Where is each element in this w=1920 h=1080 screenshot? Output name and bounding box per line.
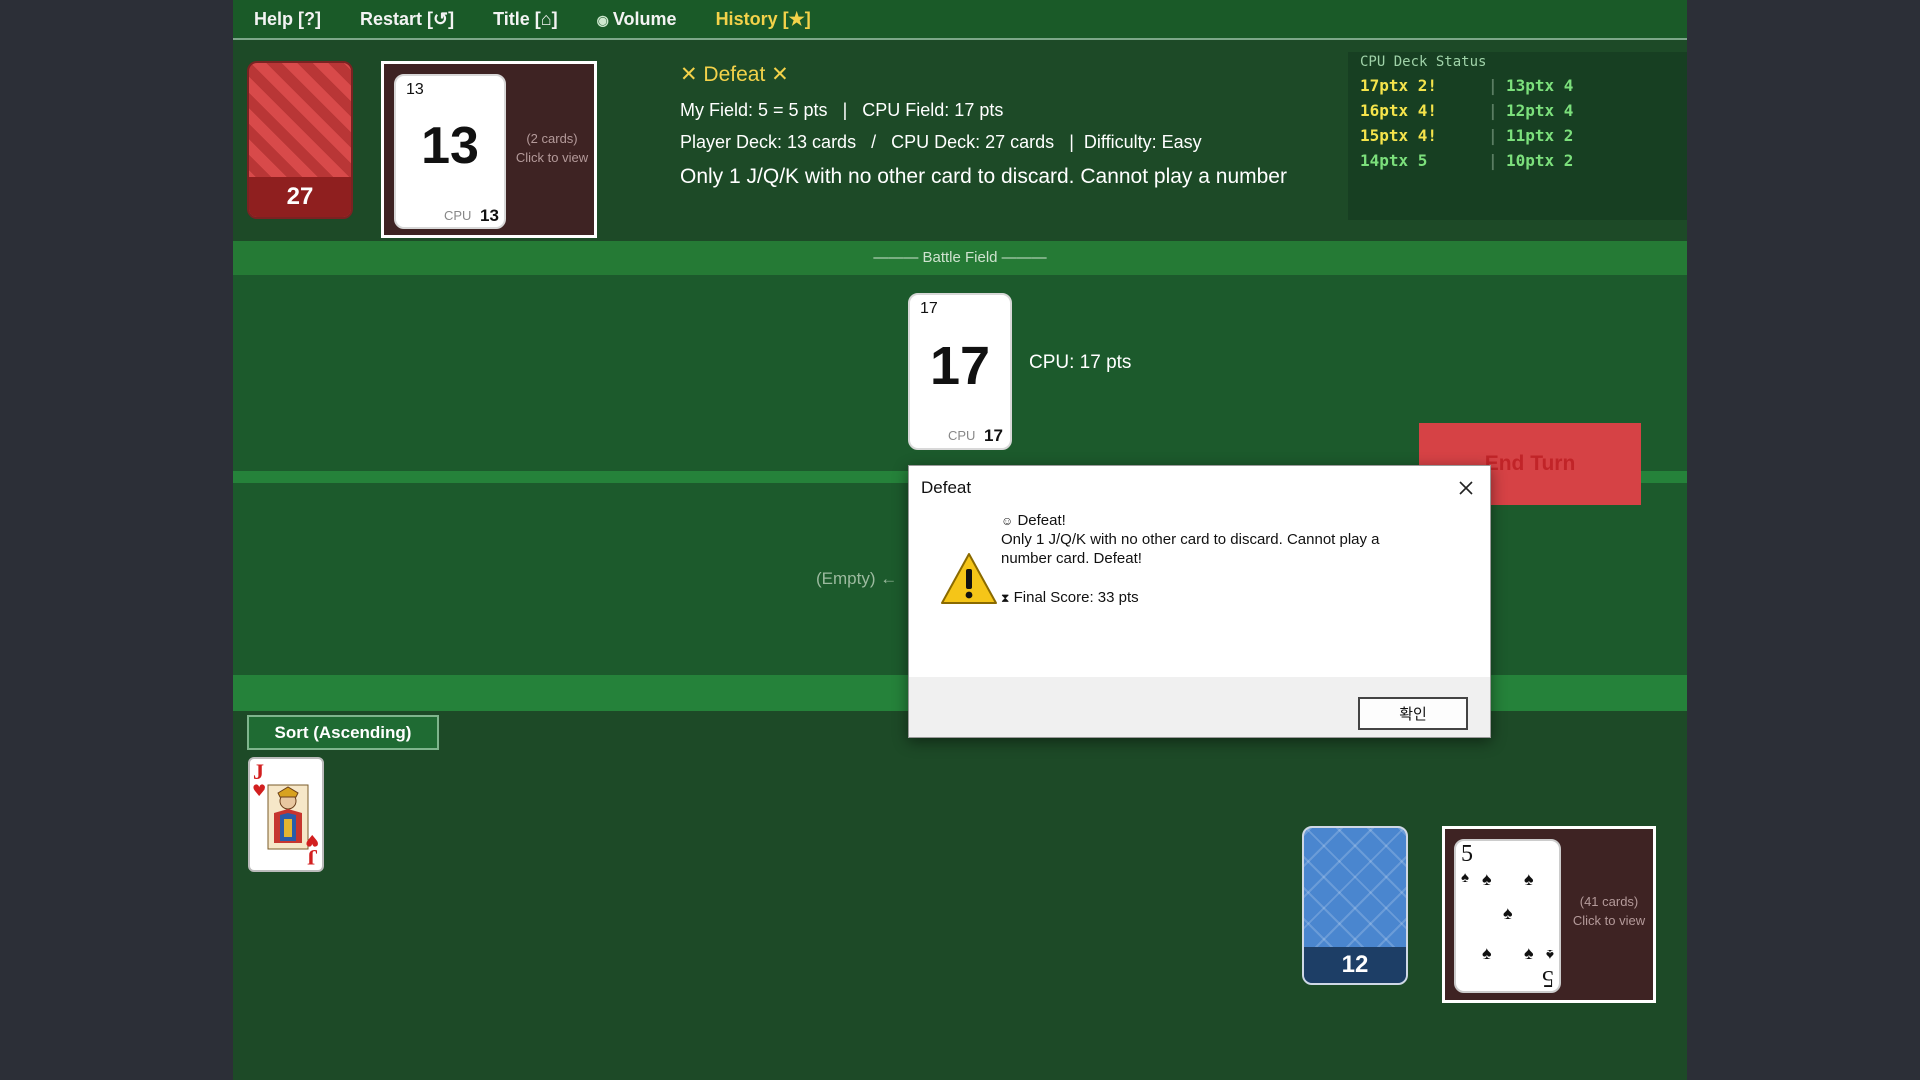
cpu-deck-count: 27 <box>249 177 351 217</box>
deck-status-right: 12ptx 4 <box>1506 101 1574 120</box>
spade-icon: ♠ <box>1503 903 1513 923</box>
card-small-number: 17 <box>984 426 1003 445</box>
divider: | <box>1488 76 1498 95</box>
player-discard-top-card: 5 ♠ ♠ ♠ ♠ ♠ ♠ ♠ 5 <box>1454 839 1561 993</box>
defeat-dialog: Defeat ☺ Defeat! Only 1 J/Q/K with no ot… <box>908 465 1491 738</box>
card-small-number: 13 <box>480 206 499 225</box>
deck-status-row: 16ptx 4! | 12ptx 4 <box>1360 101 1573 120</box>
heart-icon: ♥ <box>304 831 319 850</box>
help-menu[interactable]: Help [?] <box>254 9 321 30</box>
cpu-field-points: CPU: 17 pts <box>1029 352 1132 373</box>
heart-icon: ♥ <box>252 781 267 800</box>
hourglass-icon: ⧗ <box>1001 591 1010 605</box>
volume-menu[interactable]: ◉ Volume <box>597 9 677 30</box>
cpu-deck: 27 <box>247 61 353 219</box>
cpu-discard-note: (2 cards) Click to view <box>506 129 598 167</box>
cpu-deck-text: CPU Deck: 27 cards <box>891 132 1055 152</box>
player-discard-pile[interactable]: 5 ♠ ♠ ♠ ♠ ♠ ♠ ♠ 5 (41 cards) Click to vi… <box>1442 826 1656 1003</box>
card-value: 13 <box>421 117 479 175</box>
divider: | <box>1488 151 1498 170</box>
sort-ascending-button[interactable]: Sort (Ascending) <box>247 715 439 750</box>
deck-status-row: 17ptx 2! | 13ptx 4 <box>1360 76 1573 95</box>
spade-icon: ♠ <box>1461 869 1469 886</box>
field-summary: My Field: 5 = 5 pts | CPU Field: 17 pts <box>680 94 1380 126</box>
cpu-field-text: CPU Field: 17 pts <box>862 100 1004 120</box>
separator: / <box>871 132 877 152</box>
eye-icon: ◉ <box>596 11 609 28</box>
cpu-discard-count: (2 cards) <box>526 131 578 146</box>
battle-field-header: ——— Battle Field ——— <box>233 241 1687 275</box>
restart-menu[interactable]: Restart [↺] <box>360 9 454 30</box>
deck-status-right: 13ptx 4 <box>1506 76 1574 95</box>
close-icon[interactable] <box>1452 474 1480 502</box>
hand-card-jack-of-hearts[interactable]: J ♥ J ♥ <box>248 757 324 872</box>
dialog-body: ☺ Defeat! Only 1 J/Q/K with no other car… <box>909 511 1490 677</box>
difficulty-text: Difficulty: Easy <box>1083 132 1202 152</box>
spade-icon: ♠ <box>1482 943 1492 963</box>
status-message: Only 1 J/Q/K with no other card to disca… <box>680 165 1287 188</box>
player-deck-count: 12 <box>1304 947 1406 983</box>
spade-icon: ♠ <box>1546 946 1554 963</box>
dialog-heading: Defeat! <box>1017 512 1066 529</box>
player-discard-note: (41 cards) Click to view <box>1563 892 1655 930</box>
status-title: ✕ Defeat ✕ <box>680 63 789 86</box>
cpu-field-card: 17 17 CPU 17 <box>908 293 1012 450</box>
warning-icon <box>941 553 997 604</box>
dialog-heading-line: ☺ Defeat! <box>1001 511 1066 531</box>
player-discard-click-hint: Click to view <box>1572 913 1646 928</box>
volume-label: Volume <box>612 8 677 29</box>
deck-status-left: 14ptx 5 <box>1360 151 1428 170</box>
separator: | <box>1069 132 1074 152</box>
final-score: Final Score: 33 pts <box>1013 589 1139 606</box>
deck-status-left: 16ptx 4! <box>1360 101 1438 120</box>
deck-status-row: 15ptx 4! | 11ptx 2 <box>1360 126 1573 145</box>
player-discard-count: (41 cards) <box>1579 894 1639 909</box>
player-deck: 12 <box>1302 826 1408 985</box>
card-rank: 5 <box>1461 841 1473 867</box>
player-field-empty: (Empty) ← <box>816 569 898 588</box>
status-panel: ✕ Defeat ✕ My Field: 5 = 5 pts | CPU Fie… <box>680 62 1380 192</box>
card-corner-number: 17 <box>920 300 938 317</box>
deck-summary: Player Deck: 13 cards / CPU Deck: 27 car… <box>680 126 1380 158</box>
divider: | <box>1488 126 1498 145</box>
cpu-deck-status-panel: CPU Deck Status 17ptx 2! | 13ptx 4 16ptx 4… <box>1348 52 1687 220</box>
my-field-text: My Field: 5 = 5 pts <box>680 100 828 120</box>
cpu-discard-click-hint: Click to view <box>515 150 589 165</box>
spade-icon: ♠ <box>1482 869 1492 889</box>
deck-status-left: 17ptx 2! <box>1360 76 1438 95</box>
player-deck-text: Player Deck: 13 cards <box>680 132 857 152</box>
deck-status-right: 10ptx 2 <box>1506 151 1574 170</box>
card-corner-number: 13 <box>406 81 424 98</box>
deck-status-right: 11ptx 2 <box>1506 126 1574 145</box>
face-icon: ☺ <box>1001 514 1014 528</box>
spade-icon: ♠ <box>1524 869 1534 889</box>
cpu-discard-pile[interactable]: 13 13 CPU 13 (2 cards) Click to view <box>381 61 597 238</box>
deck-status-row: 14ptx 5 | 10ptx 2 <box>1360 151 1573 170</box>
title-menu[interactable]: Title [⌂] <box>493 9 558 30</box>
history-menu[interactable]: History [★] <box>716 9 811 30</box>
deck-status-left: 15ptx 4! <box>1360 126 1438 145</box>
jack-portrait-icon <box>267 784 309 850</box>
menu-bar: Help [?] Restart [↺] Title [⌂] ◉ Volume H… <box>233 0 1687 40</box>
dialog-message-line1: Only 1 J/Q/K with no other card to disca… <box>1001 531 1380 548</box>
spade-icon: ♠ <box>1524 943 1534 963</box>
divider: | <box>1488 101 1498 120</box>
separator: | <box>842 100 848 120</box>
cpu-discard-top-card: 13 13 CPU 13 <box>394 74 506 229</box>
dialog-score-line: ⧗ Final Score: 33 pts <box>1001 588 1139 608</box>
card-rank: 5 <box>1542 965 1554 991</box>
card-cpu-tag: CPU <box>444 208 472 223</box>
ok-button[interactable]: 확인 <box>1358 697 1468 730</box>
card-cpu-tag: CPU <box>948 428 976 443</box>
dialog-footer: 확인 <box>909 677 1490 737</box>
cpu-deck-status-header: CPU Deck Status <box>1360 54 1487 70</box>
card-value: 17 <box>929 336 991 396</box>
dialog-message-line2: number card. Defeat! <box>1001 550 1142 567</box>
dialog-title: Defeat <box>921 478 972 497</box>
